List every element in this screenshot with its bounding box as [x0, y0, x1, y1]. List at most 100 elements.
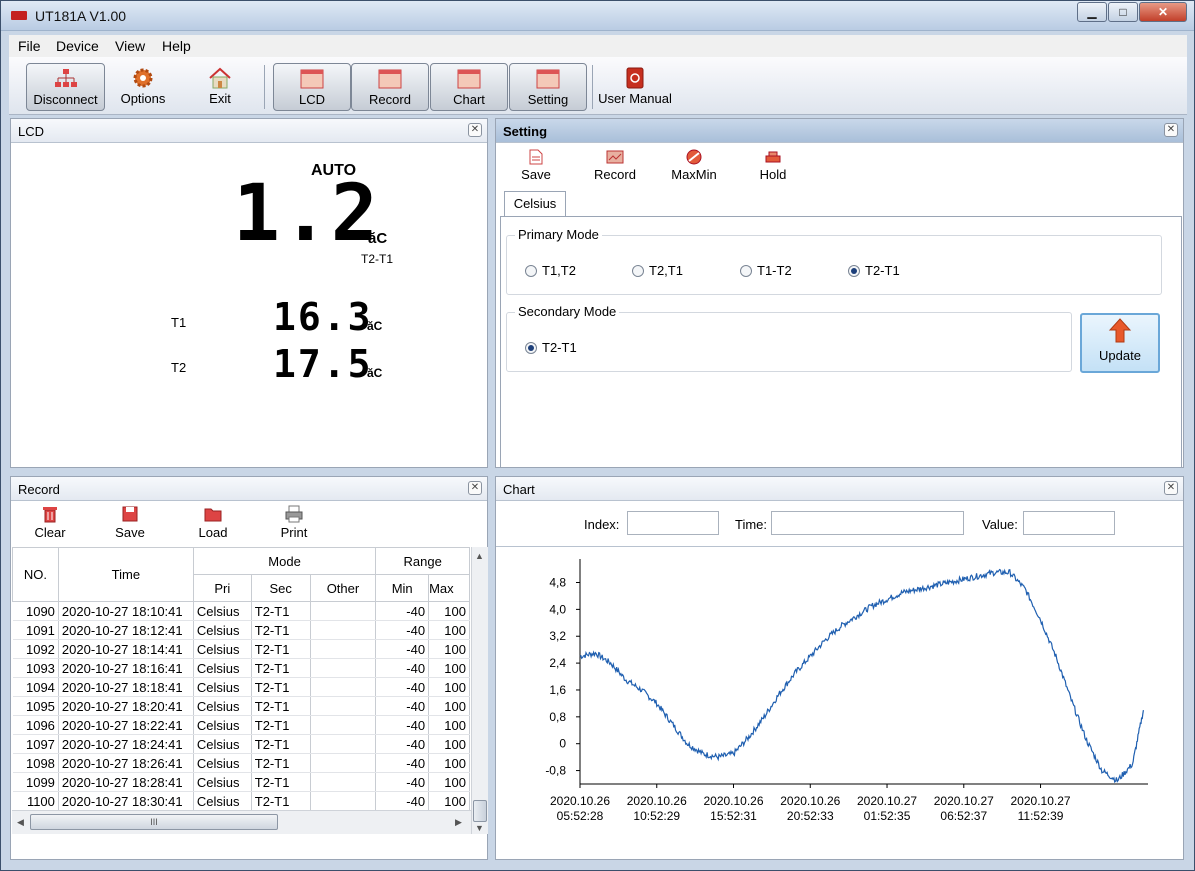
- lcd-panel-close-icon[interactable]: ✕: [468, 123, 482, 137]
- disconnect-button[interactable]: Disconnect: [26, 63, 105, 111]
- hold-button[interactable]: Hold: [754, 149, 792, 182]
- close-button[interactable]: ✕: [1139, 2, 1187, 22]
- setting-panel-close-icon[interactable]: ✕: [1164, 123, 1178, 137]
- hscroll-thumb[interactable]: III: [30, 814, 278, 830]
- primary-radio-t1-minus-t2[interactable]: T1-T2: [740, 263, 792, 278]
- primary-radio-t2-minus-t1[interactable]: T2-T1: [848, 263, 900, 278]
- cell-pri: Celsius: [193, 639, 252, 659]
- primary-radio-t1t2[interactable]: T1,T2: [525, 263, 576, 278]
- options-label: Options: [120, 91, 166, 106]
- exit-label: Exit: [209, 91, 231, 106]
- col-header-min[interactable]: Min: [375, 574, 430, 602]
- chart-button[interactable]: Chart: [430, 63, 508, 111]
- t1-label: T1: [171, 315, 187, 330]
- cell-no: 1100: [12, 791, 59, 810]
- cell-max: 100: [428, 772, 470, 792]
- series-line[interactable]: [579, 568, 1144, 784]
- scroll-right-icon[interactable]: ▶: [455, 817, 462, 828]
- radio-icon: [740, 265, 752, 277]
- cell-pri: Celsius: [193, 658, 252, 678]
- record-button[interactable]: Record: [351, 63, 429, 111]
- maxmin-button[interactable]: MaxMin: [668, 149, 720, 182]
- cell-sec: T2-T1: [251, 620, 311, 640]
- lcd-panel: LCD ✕ AUTO 1.2 ˚ăC T2-T1 T1 16.3 ˚ăC T2 …: [10, 118, 488, 468]
- table-row[interactable]: 1099 2020-10-27 18:28:41 Celsius T2-T1 -40 10…: [12, 772, 470, 792]
- record-panel-close-icon[interactable]: ✕: [468, 481, 482, 495]
- t1-reading: 16.3: [273, 295, 373, 339]
- menu-file[interactable]: File: [18, 38, 41, 54]
- print-button[interactable]: Print: [276, 505, 312, 540]
- table-row[interactable]: 1100 2020-10-27 18:30:41 Celsius T2-T1 -40 10…: [12, 791, 470, 810]
- setting-button[interactable]: Setting: [509, 63, 587, 111]
- record-horizontal-scrollbar[interactable]: ◀ III ▶: [12, 810, 471, 834]
- value-field[interactable]: [1023, 511, 1115, 535]
- scroll-left-icon[interactable]: ◀: [17, 817, 24, 828]
- setting-record-button[interactable]: Record: [590, 149, 640, 182]
- cell-max: 100: [428, 734, 470, 754]
- chart-panel-close-icon[interactable]: ✕: [1164, 481, 1178, 495]
- setting-save-button[interactable]: Save: [516, 149, 556, 182]
- cell-no: 1097: [12, 734, 59, 754]
- table-row[interactable]: 1095 2020-10-27 18:20:41 Celsius T2-T1 -40 10…: [12, 696, 470, 716]
- col-header-range[interactable]: Range: [375, 547, 470, 575]
- x-tick-time: 11:52:39: [1018, 809, 1064, 823]
- scroll-thumb[interactable]: [473, 800, 487, 822]
- col-header-no[interactable]: NO.: [12, 547, 59, 602]
- cell-min: -40: [375, 696, 430, 716]
- clear-button[interactable]: Clear: [33, 505, 67, 540]
- record-vertical-scrollbar[interactable]: ▲ ▼: [471, 547, 488, 834]
- radio-label: T2,T1: [649, 263, 683, 278]
- y-tick-label: 0: [559, 737, 566, 751]
- col-header-time[interactable]: Time: [57, 547, 194, 602]
- menu-device[interactable]: Device: [56, 38, 99, 54]
- table-row[interactable]: 1096 2020-10-27 18:22:41 Celsius T2-T1 -40 10…: [12, 715, 470, 735]
- primary-radio-t2t1[interactable]: T2,T1: [632, 263, 683, 278]
- options-button[interactable]: Options: [113, 63, 173, 111]
- record-save-button[interactable]: Save: [113, 505, 147, 540]
- cell-pri: Celsius: [193, 734, 252, 754]
- primary-mode-group: Primary Mode T1,T2 T2,T1 T1-T2 T2-T1: [506, 227, 1162, 295]
- table-row[interactable]: 1094 2020-10-27 18:18:41 Celsius T2-T1 -40 10…: [12, 677, 470, 697]
- secondary-radio-t2-minus-t1[interactable]: T2-T1: [525, 340, 577, 355]
- load-label: Load: [198, 525, 228, 540]
- cell-sec: T2-T1: [251, 734, 311, 754]
- col-header-mode[interactable]: Mode: [192, 547, 377, 575]
- tab-celsius[interactable]: Celsius: [504, 191, 566, 217]
- x-tick-time: 20:52:33: [787, 809, 834, 823]
- menu-view[interactable]: View: [115, 38, 145, 54]
- table-row[interactable]: 1090 2020-10-27 18:10:41 Celsius T2-T1 -40 10…: [12, 601, 470, 621]
- cell-other: [310, 734, 377, 754]
- table-row[interactable]: 1097 2020-10-27 18:24:41 Celsius T2-T1 -40 10…: [12, 734, 470, 754]
- cell-sec: T2-T1: [251, 753, 311, 773]
- time-field[interactable]: [771, 511, 964, 535]
- lcd-button[interactable]: LCD: [273, 63, 351, 111]
- user-manual-button[interactable]: User Manual: [597, 63, 673, 111]
- chart-panel-title: Chart: [503, 482, 535, 497]
- col-header-sec[interactable]: Sec: [250, 574, 311, 602]
- x-tick-time: 10:52:29: [633, 809, 680, 823]
- chart-plot[interactable]: -0,800,81,62,43,24,04,82020.10.2605:52:2…: [496, 549, 1183, 859]
- maxmin-label: MaxMin: [671, 167, 717, 182]
- setting-panel-title: Setting: [503, 124, 548, 139]
- table-row[interactable]: 1098 2020-10-27 18:26:41 Celsius T2-T1 -40 10…: [12, 753, 470, 773]
- maximize-button[interactable]: □: [1108, 2, 1138, 22]
- index-field[interactable]: [627, 511, 719, 535]
- menu-help[interactable]: Help: [162, 38, 191, 54]
- scroll-down-icon[interactable]: ▼: [475, 823, 484, 833]
- document-icon: [529, 149, 543, 165]
- col-header-pri[interactable]: Pri: [192, 574, 252, 602]
- exit-button[interactable]: Exit: [195, 63, 245, 111]
- cell-other: [310, 677, 377, 697]
- minimize-button[interactable]: ▁: [1077, 2, 1107, 22]
- update-button[interactable]: Update: [1080, 313, 1160, 373]
- index-label: Index:: [584, 517, 620, 532]
- col-header-other[interactable]: Other: [309, 574, 377, 602]
- table-row[interactable]: 1091 2020-10-27 18:12:41 Celsius T2-T1 -40 10…: [12, 620, 470, 640]
- title-bar[interactable]: UT181A V1.00 ▁ □ ✕: [1, 1, 1194, 31]
- table-row[interactable]: 1093 2020-10-27 18:16:41 Celsius T2-T1 -40 10…: [12, 658, 470, 678]
- load-button[interactable]: Load: [195, 505, 231, 540]
- table-row[interactable]: 1092 2020-10-27 18:14:41 Celsius T2-T1 -40 10…: [12, 639, 470, 659]
- cell-no: 1099: [12, 772, 59, 792]
- scroll-up-icon[interactable]: ▲: [475, 551, 484, 561]
- col-header-max[interactable]: Max: [428, 574, 470, 602]
